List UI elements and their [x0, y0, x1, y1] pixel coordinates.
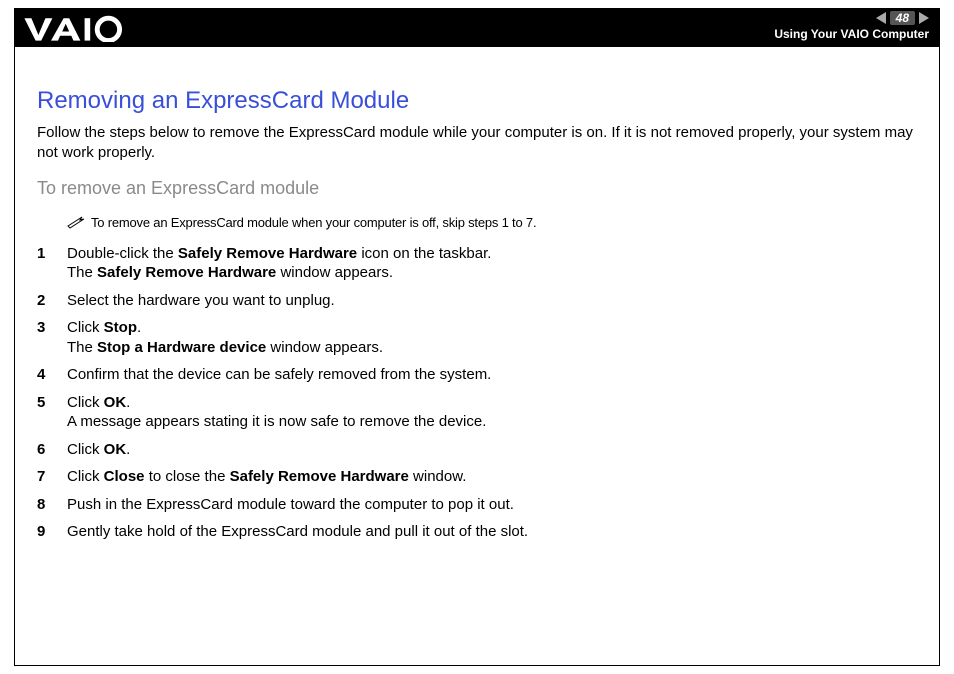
step-item: 7 Click Close to close the Safely Remove…	[37, 467, 917, 487]
subheading: To remove an ExpressCard module	[37, 178, 917, 199]
step-body: Select the hardware you want to unplug.	[67, 291, 917, 311]
step-item: 2 Select the hardware you want to unplug…	[37, 291, 917, 311]
intro-paragraph: Follow the steps below to remove the Exp…	[37, 123, 917, 164]
step-body: Push in the ExpressCard module toward th…	[67, 495, 917, 515]
step-item: 5 Click OK. A message appears stating it…	[37, 393, 917, 432]
prev-page-icon[interactable]	[876, 12, 886, 24]
steps-list: 1 Double-click the Safely Remove Hardwar…	[37, 244, 917, 542]
note-text: To remove an ExpressCard module when you…	[91, 215, 536, 230]
header-nav: 48 Using Your VAIO Computer	[774, 11, 929, 41]
step-number: 6	[37, 440, 67, 460]
step-number: 9	[37, 522, 67, 542]
step-body: Click OK.	[67, 440, 917, 460]
step-item: 4 Confirm that the device can be safely …	[37, 365, 917, 385]
page-number-badge: 48	[890, 11, 915, 25]
vaio-logo	[23, 14, 135, 42]
step-number: 2	[37, 291, 67, 311]
step-body: Click OK. A message appears stating it i…	[67, 393, 917, 432]
page-title: Removing an ExpressCard Module	[37, 87, 917, 115]
step-body: Double-click the Safely Remove Hardware …	[67, 244, 917, 283]
next-page-icon[interactable]	[919, 12, 929, 24]
step-number: 1	[37, 244, 67, 283]
header-bar: 48 Using Your VAIO Computer	[15, 9, 939, 47]
note-icon	[67, 215, 85, 229]
page-frame: 48 Using Your VAIO Computer Removing an …	[14, 8, 940, 666]
step-number: 5	[37, 393, 67, 432]
step-body: Click Close to close the Safely Remove H…	[67, 467, 917, 487]
step-item: 3 Click Stop. The Stop a Hardware device…	[37, 318, 917, 357]
step-number: 8	[37, 495, 67, 515]
step-item: 6 Click OK.	[37, 440, 917, 460]
step-number: 7	[37, 467, 67, 487]
header-section-label: Using Your VAIO Computer	[774, 27, 929, 41]
step-body: Gently take hold of the ExpressCard modu…	[67, 522, 917, 542]
step-body: Confirm that the device can be safely re…	[67, 365, 917, 385]
step-item: 8 Push in the ExpressCard module toward …	[37, 495, 917, 515]
step-item: 1 Double-click the Safely Remove Hardwar…	[37, 244, 917, 283]
step-item: 9 Gently take hold of the ExpressCard mo…	[37, 522, 917, 542]
step-body: Click Stop. The Stop a Hardware device w…	[67, 318, 917, 357]
step-number: 3	[37, 318, 67, 357]
note-block: To remove an ExpressCard module when you…	[67, 213, 917, 232]
step-number: 4	[37, 365, 67, 385]
page-content: Removing an ExpressCard Module Follow th…	[37, 87, 917, 550]
